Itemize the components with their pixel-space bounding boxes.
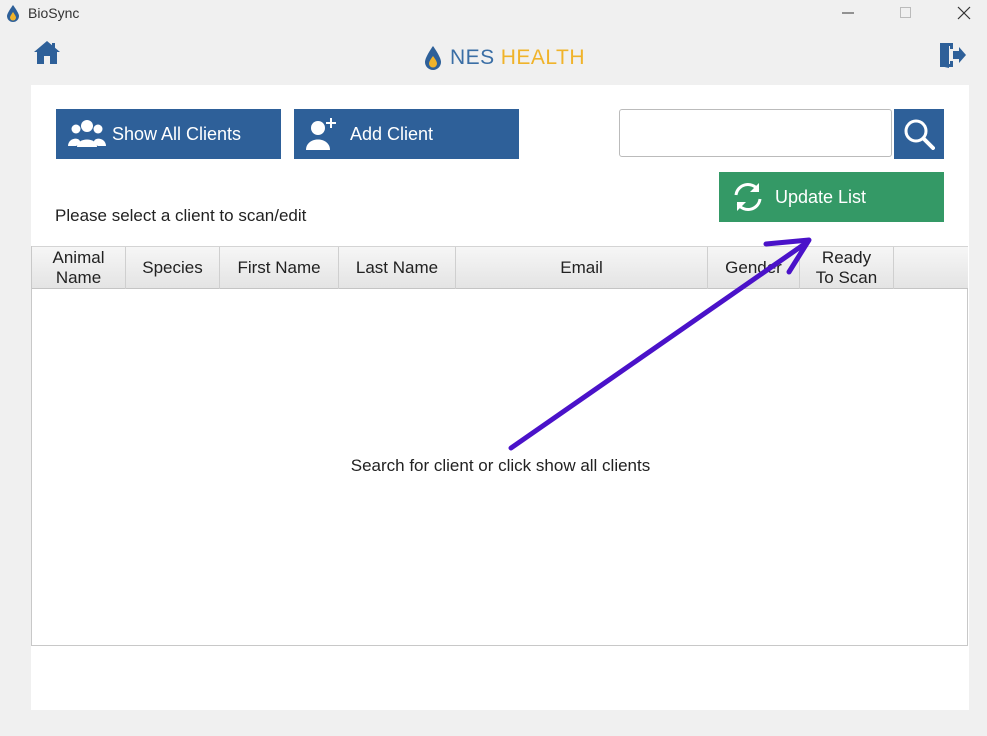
minimize-icon <box>842 12 854 14</box>
column-header-label: Species <box>142 258 203 277</box>
show-all-clients-label: Show All Clients <box>112 123 242 144</box>
update-list-label: Update List <box>775 186 867 207</box>
column-header-label: Animal <box>52 248 105 267</box>
refresh-icon <box>734 183 762 211</box>
brand-name-accent: HEALTH <box>500 46 585 69</box>
column-header-label: Gender <box>725 258 782 277</box>
empty-table-message: Search for client or click show all clie… <box>350 456 651 475</box>
column-header-gender[interactable]: Gender <box>708 247 800 289</box>
column-header-label: First Name <box>237 258 321 277</box>
users-icon <box>68 120 106 147</box>
search-input[interactable] <box>619 109 892 157</box>
column-header-first-name[interactable]: First Name <box>220 247 339 289</box>
column-header-species[interactable]: Species <box>126 247 220 289</box>
clients-table: Animal Name Species First Name Last Name … <box>31 246 968 646</box>
column-header-ready-to-scan[interactable]: Ready To Scan <box>800 247 894 289</box>
title-bar: BioSync <box>0 0 987 26</box>
main-panel: Show All Clients Add Client Update List … <box>31 85 969 710</box>
show-all-clients-button[interactable]: Show All Clients <box>56 109 281 159</box>
maximize-button[interactable] <box>882 0 928 26</box>
add-client-button[interactable]: Add Client <box>294 109 519 159</box>
column-header-email[interactable]: Email <box>456 247 708 289</box>
add-user-icon <box>306 118 336 150</box>
app-drop-icon <box>7 5 19 22</box>
close-icon <box>957 6 971 20</box>
minimize-button[interactable] <box>824 0 870 26</box>
column-header-label: To Scan <box>815 268 878 287</box>
exit-icon[interactable] <box>937 40 967 70</box>
brand-drop-icon <box>425 46 441 70</box>
search-icon <box>904 119 935 150</box>
table-header: Animal Name Species First Name Last Name … <box>32 246 968 289</box>
column-header-label: Name <box>55 268 102 287</box>
update-list-button[interactable]: Update List <box>719 172 944 222</box>
brand-logo: NES HEALTH <box>424 44 585 72</box>
search-button[interactable] <box>894 109 944 159</box>
add-client-label: Add Client <box>350 123 434 144</box>
column-header-filler <box>894 247 968 289</box>
brand-name-primary: NES <box>450 46 495 69</box>
window-title: BioSync <box>28 5 80 21</box>
column-header-label: Ready <box>821 248 872 267</box>
close-button[interactable] <box>940 0 986 26</box>
instruction-text: Please select a client to scan/edit <box>55 206 307 225</box>
column-header-last-name[interactable]: Last Name <box>339 247 456 289</box>
app-window: BioSync NES HEALTH Show All Clients Add … <box>0 0 987 736</box>
column-header-label: Last Name <box>355 258 439 277</box>
maximize-icon <box>900 7 911 18</box>
column-header-animal-name[interactable]: Animal Name <box>32 247 126 289</box>
column-header-label: Email <box>560 258 603 277</box>
home-icon[interactable] <box>33 38 61 66</box>
